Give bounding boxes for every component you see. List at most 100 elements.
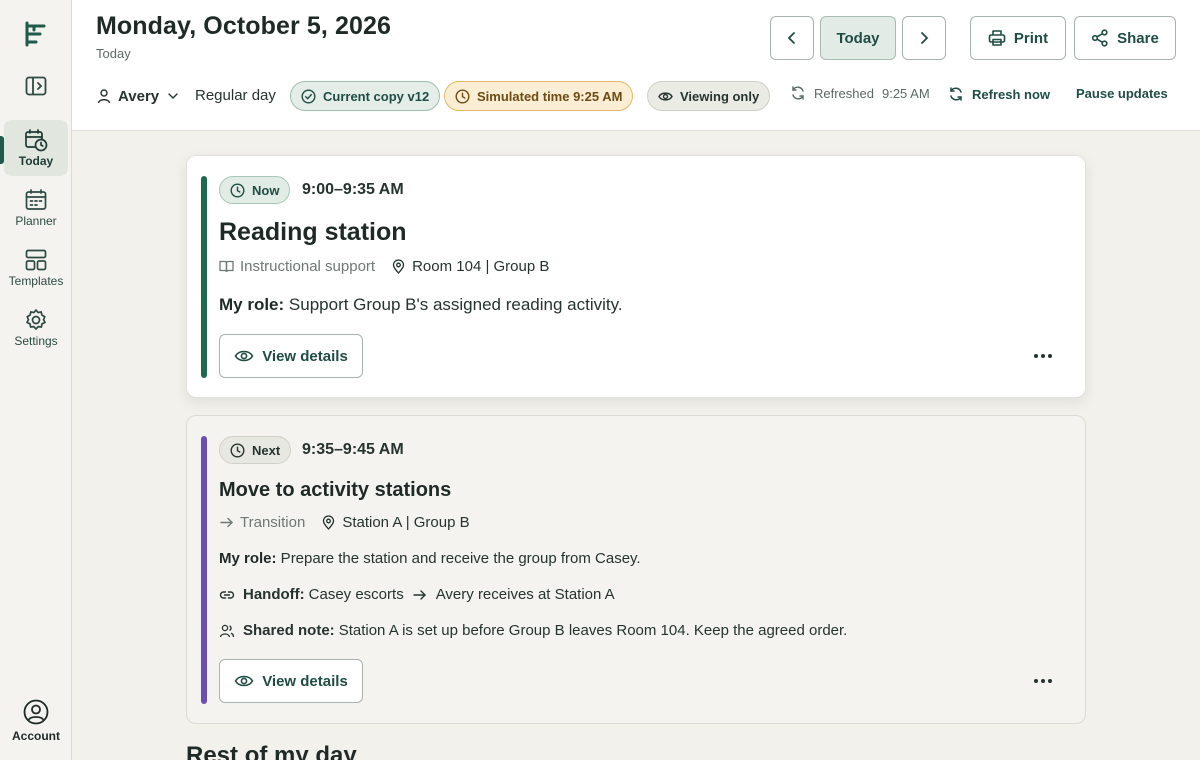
handoff-from: Casey escorts (308, 586, 404, 603)
chevron-left-icon (787, 32, 795, 44)
pause-updates-button[interactable]: Pause updates (1076, 86, 1168, 101)
current-activity-card: Now 9:00–9:35 AM Reading station Instruc… (186, 155, 1086, 398)
share-button[interactable]: Share (1074, 16, 1176, 60)
view-details-button[interactable]: View details (219, 659, 363, 703)
user-icon (97, 89, 111, 104)
activity-role: My role: Prepare the station and receive… (219, 550, 641, 567)
activity-location: Room 104 | Group B (412, 258, 550, 275)
refreshed-label: Refreshed (814, 85, 874, 101)
location-pin-icon (323, 515, 335, 530)
sidebar-item-label: Planner (15, 214, 57, 228)
more-options-icon[interactable] (1029, 346, 1057, 366)
pause-updates-label: Pause updates (1076, 86, 1168, 101)
chevron-right-icon (921, 32, 929, 44)
layout-icon (24, 248, 48, 272)
current-copy-label: Current copy v12 (323, 88, 430, 104)
refreshed-status: Refreshed 9:25 AM (790, 85, 930, 101)
today-button[interactable]: Today (820, 16, 896, 60)
account-label: Account (12, 729, 60, 743)
shared-note-line: Shared note: Station A is set up before … (219, 622, 847, 639)
refresh-now-label: Refresh now (972, 86, 1051, 102)
page-title: Monday, October 5, 2026 (96, 12, 391, 40)
calendar-icon (24, 188, 48, 212)
shared-note-text: Station A is set up before Group B leave… (338, 622, 848, 639)
viewing-only-label: Viewing only (680, 88, 760, 104)
print-button-label: Print (1013, 29, 1049, 47)
role-text: Prepare the station and receive the grou… (276, 550, 641, 567)
role-label: My role: (219, 550, 277, 567)
next-badge-label: Next (252, 442, 281, 458)
users-icon (219, 624, 235, 637)
print-button[interactable]: Print (970, 16, 1066, 60)
eye-icon (234, 675, 254, 687)
location-pin-icon (392, 259, 405, 274)
calendar-clock-icon (24, 128, 48, 152)
refresh-icon (950, 87, 962, 101)
now-badge-label: Now (252, 182, 280, 198)
activity-meta: Instructional support Room 104 | Group B (219, 258, 549, 275)
arrow-right-icon (413, 589, 426, 600)
viewing-only-badge: Viewing only (647, 81, 771, 111)
share-button-label: Share (1117, 29, 1159, 47)
check-circle-icon (301, 88, 316, 104)
link-icon (219, 590, 235, 599)
activity-title: Move to activity stations (219, 479, 452, 501)
view-details-button[interactable]: View details (219, 334, 363, 378)
sidebar-item-settings[interactable]: Settings (4, 300, 68, 356)
view-details-label: View details (262, 347, 348, 365)
arrow-right-icon (220, 517, 233, 528)
refresh-now-button[interactable]: Refresh now (948, 86, 1050, 102)
sidebar-item-today[interactable]: Today (4, 120, 68, 176)
book-icon (219, 260, 234, 273)
account-button[interactable]: Account (4, 696, 68, 743)
activity-time: 9:35–9:45 AM (302, 441, 404, 458)
page-subtitle: Today (96, 46, 131, 61)
activity-category: Instructional support (240, 258, 376, 275)
eye-icon (658, 91, 673, 101)
activity-category: Transition (240, 514, 306, 531)
activity-time: 9:00–9:35 AM (302, 181, 404, 198)
clock-icon (455, 88, 470, 104)
app-logo-icon[interactable] (22, 20, 50, 48)
activity-title: Reading station (219, 218, 407, 246)
shared-note-label: Shared note: (243, 622, 335, 639)
refreshed-time: 9:25 AM (881, 85, 930, 101)
role-label: My role: (219, 295, 285, 314)
sync-icon (792, 86, 804, 100)
eye-icon (234, 350, 254, 362)
chevron-down-icon (168, 93, 178, 99)
rest-of-day-heading: Rest of my day (186, 742, 357, 760)
collapse-sidebar-icon[interactable] (25, 76, 47, 96)
clock-icon (230, 182, 245, 198)
sidebar: Today Planner Templates Settings Account (0, 0, 72, 760)
sidebar-item-planner[interactable]: Planner (4, 180, 68, 236)
now-badge: Now (219, 176, 291, 204)
sidebar-item-templates[interactable]: Templates (4, 240, 68, 296)
account-icon (23, 699, 49, 725)
activity-role: My role: Support Group B's assigned read… (219, 295, 623, 315)
gear-icon (24, 308, 48, 332)
sidebar-item-label: Settings (14, 334, 58, 348)
user-selector[interactable]: Avery (96, 80, 181, 112)
page-header: Monday, October 5, 2026 Today Today Prin… (72, 0, 1200, 131)
handoff-line: Handoff: Casey escorts Avery receives at… (219, 586, 615, 603)
clock-icon (230, 442, 245, 458)
simulated-time-badge: Simulated time 9:25 AM (444, 81, 634, 111)
user-name: Avery (118, 87, 160, 105)
day-type-label: Regular day (195, 87, 276, 104)
sidebar-item-label: Templates (8, 274, 64, 288)
more-options-icon[interactable] (1029, 671, 1057, 691)
next-badge: Next (219, 436, 292, 464)
activity-location: Station A | Group B (342, 514, 470, 531)
handoff-label: Handoff: (243, 586, 305, 603)
share-icon (1092, 29, 1108, 47)
role-text: Support Group B's assigned reading activ… (284, 295, 623, 314)
next-accent-bar (201, 436, 207, 704)
next-day-button[interactable] (902, 16, 946, 60)
sidebar-item-label: Today (18, 154, 54, 168)
now-accent-bar (201, 176, 207, 378)
previous-day-button[interactable] (770, 16, 814, 60)
today-button-label: Today (836, 29, 880, 47)
next-activity-card: Next 9:35–9:45 AM Move to activity stati… (186, 415, 1086, 724)
handoff-to: Avery receives at Station A (435, 586, 615, 603)
